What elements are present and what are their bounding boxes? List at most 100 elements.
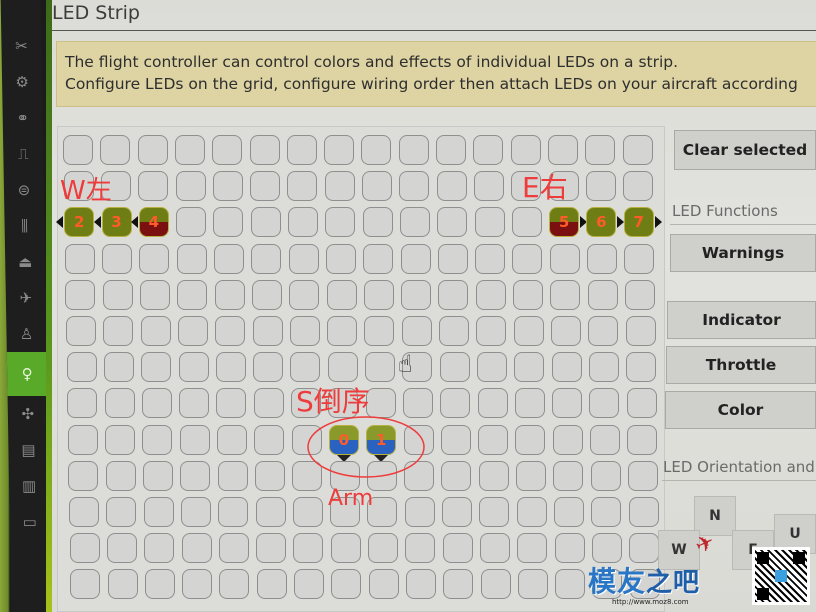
grid-cell[interactable]	[399, 207, 430, 238]
grid-cell[interactable]	[511, 171, 542, 202]
grid-cell[interactable]	[331, 569, 362, 600]
function-color-button[interactable]: Color	[665, 391, 816, 429]
sidebar-item-servos[interactable]: ⏏	[5, 244, 46, 280]
grid-cell[interactable]	[628, 497, 659, 527]
grid-cell[interactable]	[66, 316, 96, 346]
grid-cell[interactable]	[144, 569, 175, 600]
grid-cell[interactable]	[103, 316, 134, 346]
grid-cell[interactable]	[325, 243, 356, 274]
grid-cell[interactable]	[100, 135, 131, 165]
grid-cell[interactable]	[475, 279, 506, 310]
grid-cell[interactable]	[436, 135, 466, 165]
sidebar-item-cli[interactable]: ▭	[9, 504, 50, 540]
grid-cell[interactable]	[513, 279, 543, 310]
sidebar-item-blackbox[interactable]: ▥	[9, 468, 50, 504]
grid-cell[interactable]	[591, 497, 622, 527]
grid-cell[interactable]	[102, 243, 133, 274]
grid-cell[interactable]	[550, 316, 581, 346]
led-cell-6[interactable]: 6	[586, 207, 617, 238]
grid-cell[interactable]	[588, 352, 619, 383]
grid-cell[interactable]	[105, 424, 136, 455]
grid-cell[interactable]	[288, 207, 318, 238]
grid-cell[interactable]	[514, 352, 545, 383]
grid-cell[interactable]	[517, 569, 548, 600]
grid-cell[interactable]	[291, 388, 321, 419]
grid-cell[interactable]	[589, 388, 620, 419]
grid-cell[interactable]	[293, 533, 324, 564]
grid-cell[interactable]	[624, 279, 655, 310]
grid-cell[interactable]	[179, 424, 210, 455]
grid-cell[interactable]	[63, 171, 94, 202]
grid-cell[interactable]	[256, 569, 287, 600]
grid-cell[interactable]	[442, 497, 472, 527]
grid-cell[interactable]	[587, 279, 618, 310]
grid-cell[interactable]	[629, 533, 660, 564]
sidebar-item-gps[interactable]: ✈	[6, 280, 47, 316]
grid-cell[interactable]	[477, 388, 508, 419]
grid-cell[interactable]	[213, 207, 244, 238]
grid-cell[interactable]	[214, 279, 245, 310]
grid-cell[interactable]	[69, 497, 99, 527]
grid-cell[interactable]	[475, 243, 506, 274]
grid-cell[interactable]	[216, 388, 247, 419]
grid-cell[interactable]	[65, 279, 96, 310]
grid-cell[interactable]	[629, 569, 660, 600]
clear-selected-button[interactable]: Clear selected	[674, 130, 816, 170]
grid-cell[interactable]	[215, 352, 246, 383]
grid-cell[interactable]	[326, 279, 357, 310]
grid-cell[interactable]	[439, 316, 469, 346]
grid-cell[interactable]	[405, 533, 436, 564]
grid-cell[interactable]	[587, 243, 617, 274]
sidebar-item-led-strip[interactable]: ♀	[6, 352, 48, 396]
grid-cell[interactable]	[510, 135, 541, 165]
grid-cell[interactable]	[437, 207, 468, 238]
grid-cell[interactable]	[176, 207, 207, 238]
grid-cell[interactable]	[439, 352, 470, 383]
sidebar-item-setup[interactable]: ✂	[1, 28, 42, 64]
grid-cell[interactable]	[141, 352, 172, 383]
grid-cell[interactable]	[365, 388, 396, 419]
grid-cell[interactable]	[479, 497, 510, 527]
grid-cell[interactable]	[438, 279, 469, 310]
grid-cell[interactable]	[182, 569, 213, 600]
grid-cell[interactable]	[253, 388, 284, 419]
grid-cell[interactable]	[627, 460, 658, 491]
grid-cell[interactable]	[63, 135, 93, 165]
grid-cell[interactable]	[512, 243, 543, 274]
led-cell-0[interactable]: 0	[328, 424, 359, 455]
grid-cell[interactable]	[325, 207, 356, 238]
grid-cell[interactable]	[219, 569, 250, 600]
grid-cell[interactable]	[511, 207, 542, 238]
grid-cell[interactable]	[622, 135, 653, 165]
grid-cell[interactable]	[398, 135, 429, 165]
sidebar-item-sensors[interactable]: ✣	[8, 396, 49, 432]
grid-cell[interactable]	[180, 460, 211, 491]
grid-cell[interactable]	[404, 460, 435, 491]
grid-cell[interactable]	[368, 533, 398, 564]
grid-cell[interactable]	[476, 352, 507, 383]
sidebar-item-modes[interactable]: ⊜	[4, 172, 45, 208]
direction-n-button[interactable]: N	[694, 496, 736, 536]
grid-cell[interactable]	[290, 352, 321, 383]
grid-cell[interactable]	[176, 243, 207, 274]
grid-cell[interactable]	[553, 497, 584, 527]
grid-cell[interactable]	[324, 135, 355, 165]
grid-cell[interactable]	[549, 243, 580, 274]
grid-cell[interactable]	[552, 424, 583, 455]
grid-cell[interactable]	[401, 316, 432, 346]
sidebar-item-gear[interactable]: ⚙	[2, 64, 43, 100]
grid-cell[interactable]	[585, 135, 616, 165]
grid-cell[interactable]	[251, 243, 282, 274]
grid-cell[interactable]	[627, 424, 658, 455]
function-throttle-button[interactable]: Throttle	[666, 346, 816, 384]
grid-cell[interactable]	[623, 171, 654, 202]
grid-cell[interactable]	[140, 279, 170, 310]
grid-cell[interactable]	[590, 460, 621, 491]
grid-cell[interactable]	[366, 460, 397, 491]
grid-cell[interactable]	[252, 316, 283, 346]
grid-cell[interactable]	[436, 171, 467, 202]
grid-cell[interactable]	[327, 316, 358, 346]
sidebar-item-receiver[interactable]: ⎍	[3, 136, 44, 172]
grid-cell[interactable]	[365, 352, 395, 383]
grid-cell[interactable]	[327, 352, 358, 383]
